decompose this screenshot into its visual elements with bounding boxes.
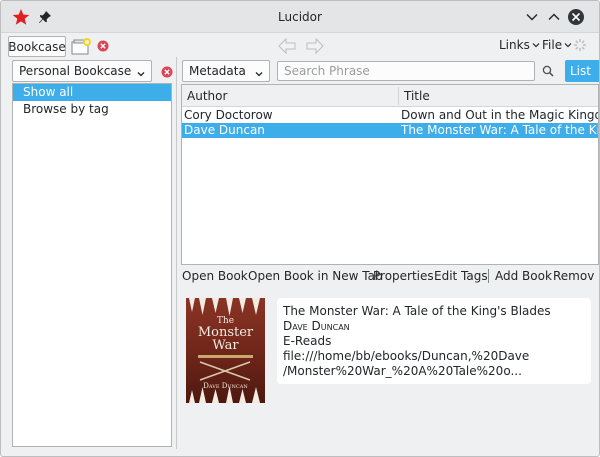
edit-tags-action[interactable]: Edit Tags [434, 269, 488, 283]
forward-arrow-icon[interactable] [305, 37, 325, 58]
book-title: The Monster War: A Tale of the King's Bl… [283, 304, 551, 318]
file-menu-label: File [542, 38, 563, 52]
book-path-line1[interactable]: file:///home/bb/ebooks/Duncan,%20Dave [283, 349, 591, 364]
cell-author: Cory Doctorow [184, 108, 273, 122]
table-header: Author Title [182, 85, 598, 107]
book-publisher: E-Reads [283, 334, 332, 348]
close-window-icon[interactable] [567, 8, 585, 26]
properties-action[interactable]: Properties [373, 269, 434, 283]
title-bar: Lucidor [1, 1, 599, 33]
panel-splitter[interactable] [176, 57, 177, 449]
chevron-down-icon [564, 38, 572, 52]
action-separator [488, 269, 489, 283]
new-tab-folder-icon[interactable] [71, 37, 93, 58]
book-details-panel: The Monster War: A Tale of the King's Bl… [277, 298, 591, 384]
cell-author: Dave Duncan [184, 123, 265, 137]
book-cover-image: The Monster War Dave Duncan [186, 298, 265, 403]
open-book-new-tab-action[interactable]: Open Book in New Tab [248, 269, 383, 283]
list-item-show-all[interactable]: Show all [13, 84, 171, 101]
cover-title-line3: War [212, 338, 239, 353]
bookcase-view-list: Show all Browse by tag [12, 83, 172, 447]
search-field-select-value: Metadata [189, 64, 246, 78]
tab-bookcase[interactable]: Bookcase [8, 36, 66, 57]
chevron-down-icon [532, 38, 540, 52]
add-book-action[interactable]: Add Book [495, 269, 552, 283]
search-input[interactable] [277, 61, 535, 81]
remove-action[interactable]: Remov [553, 269, 594, 283]
list-view-button[interactable]: List [565, 60, 599, 82]
list-item-browse-by-tag[interactable]: Browse by tag [13, 101, 171, 118]
cell-title: The Monster War: A Tale of the King's [401, 123, 598, 137]
file-menu-button[interactable]: File [542, 38, 572, 52]
cover-author: Dave Duncan [203, 382, 248, 390]
chevron-down-icon [136, 65, 146, 85]
search-icon[interactable] [542, 65, 554, 80]
table-row[interactable]: Cory Doctorow Down and Out in the Magic … [182, 108, 598, 123]
table-row[interactable]: Dave Duncan The Monster War: A Tale of t… [182, 123, 598, 138]
open-book-action[interactable]: Open Book [182, 269, 248, 283]
clear-bookcase-icon[interactable] [161, 66, 173, 81]
book-path-line2[interactable]: /Monster%20War_%20A%20Tale%20o... [283, 364, 591, 379]
column-header-title[interactable]: Title [404, 89, 430, 103]
book-actions-bar: Open Book Open Book in New Tab Propertie… [181, 267, 599, 285]
maximize-icon[interactable] [545, 8, 563, 26]
books-table: Author Title Cory Doctorow Down and Out … [181, 84, 599, 265]
cell-title: Down and Out in the Magic Kingdom [401, 108, 598, 122]
column-divider [398, 87, 399, 105]
bookcase-select[interactable]: Personal Bookcase [12, 60, 152, 82]
links-menu-label: Links [499, 38, 530, 52]
busy-spinner-icon [573, 38, 587, 55]
column-header-author[interactable]: Author [187, 89, 227, 103]
search-field-select[interactable]: Metadata [182, 60, 270, 82]
links-menu-button[interactable]: Links [499, 38, 540, 52]
app-window: Lucidor Bookcase Links File Personal Boo… [0, 0, 600, 457]
close-tab-icon[interactable] [97, 40, 109, 55]
window-title: Lucidor [278, 10, 322, 24]
chevron-down-icon [254, 65, 264, 85]
bookcase-select-value: Personal Bookcase [19, 64, 132, 78]
minimize-icon[interactable] [523, 8, 541, 26]
back-arrow-icon[interactable] [277, 37, 297, 58]
book-author: Dave Duncan [283, 319, 350, 333]
